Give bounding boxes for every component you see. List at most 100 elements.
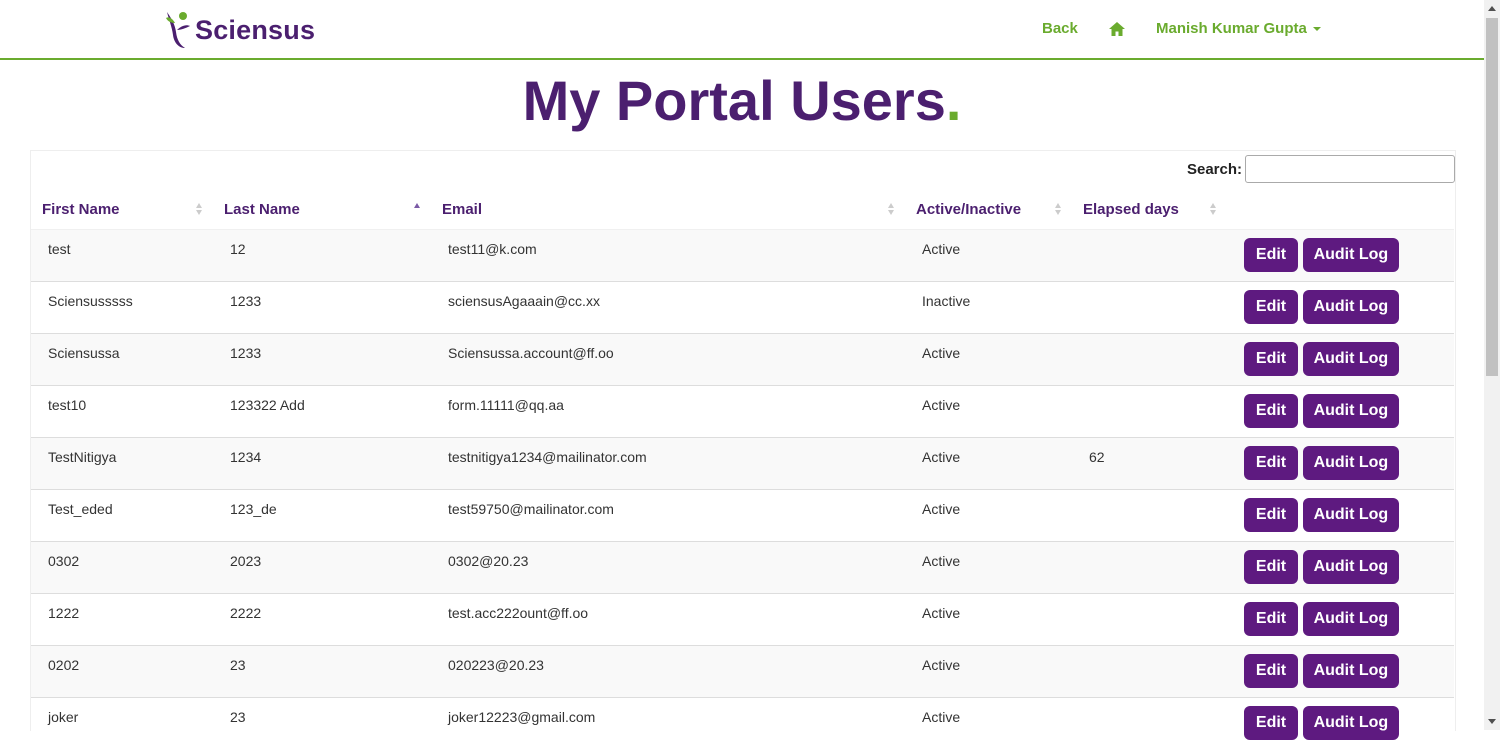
cell-elapsed-days xyxy=(1072,593,1227,646)
cell-actions: Edit Audit Log xyxy=(1227,333,1454,386)
user-menu-dropdown[interactable]: Manish Kumar Gupta xyxy=(1156,20,1321,37)
cell-status: Inactive xyxy=(905,281,1072,334)
cell-actions: Edit Audit Log xyxy=(1227,229,1454,282)
cell-actions: Edit Audit Log xyxy=(1227,541,1454,594)
cell-elapsed-days xyxy=(1072,697,1227,750)
column-header-last-name[interactable]: Last Name xyxy=(213,189,431,230)
cell-first-name: Sciensussa xyxy=(31,333,213,386)
scroll-down-arrow-icon[interactable] xyxy=(1488,719,1496,724)
table-row: test 12 test11@k.com Active Edit Audit L… xyxy=(31,229,1454,282)
home-icon[interactable] xyxy=(1109,22,1125,41)
page-title-dot: . xyxy=(945,69,962,132)
cell-last-name: 1234 xyxy=(213,437,431,490)
table-header-row: First Name Last Name Email Active/Inacti… xyxy=(31,189,1454,230)
vertical-scrollbar[interactable] xyxy=(1484,0,1500,730)
cell-actions: Edit Audit Log xyxy=(1227,645,1454,698)
table-row: 1222 2222 test.acc222ount@ff.oo Active E… xyxy=(31,593,1454,646)
edit-button[interactable]: Edit xyxy=(1244,238,1298,272)
audit-log-button[interactable]: Audit Log xyxy=(1302,238,1399,272)
cell-elapsed-days xyxy=(1072,333,1227,386)
cell-email: 020223@20.23 xyxy=(431,645,905,698)
audit-log-button[interactable]: Audit Log xyxy=(1302,290,1399,324)
cell-last-name: 1233 xyxy=(213,333,431,386)
audit-log-button[interactable]: Audit Log xyxy=(1302,394,1399,428)
cell-email: joker12223@gmail.com xyxy=(431,697,905,750)
edit-button[interactable]: Edit xyxy=(1244,602,1298,636)
scrollbar-thumb[interactable] xyxy=(1486,18,1498,376)
page-title: My Portal Users. xyxy=(0,68,1484,133)
audit-log-button[interactable]: Audit Log xyxy=(1302,602,1399,636)
cell-elapsed-days xyxy=(1072,385,1227,438)
column-header-elapsed-days[interactable]: Elapsed days xyxy=(1072,189,1227,230)
cell-first-name: joker xyxy=(31,697,213,750)
column-header-first-name[interactable]: First Name xyxy=(31,189,213,230)
sort-icon xyxy=(1210,203,1217,215)
edit-button[interactable]: Edit xyxy=(1244,654,1298,688)
cell-elapsed-days xyxy=(1072,281,1227,334)
cell-first-name: 0202 xyxy=(31,645,213,698)
cell-email: testnitigya1234@mailinator.com xyxy=(431,437,905,490)
cell-actions: Edit Audit Log xyxy=(1227,281,1454,334)
edit-button[interactable]: Edit xyxy=(1244,550,1298,584)
audit-log-button[interactable]: Audit Log xyxy=(1302,498,1399,532)
table-row: Sciensussa 1233 Sciensussa.account@ff.oo… xyxy=(31,333,1454,386)
table-row: joker 23 joker12223@gmail.com Active Edi… xyxy=(31,697,1454,750)
search-input[interactable] xyxy=(1245,155,1455,183)
cell-email: sciensusAgaaain@cc.xx xyxy=(431,281,905,334)
cell-first-name: 0302 xyxy=(31,541,213,594)
cell-elapsed-days xyxy=(1072,645,1227,698)
audit-log-button[interactable]: Audit Log xyxy=(1302,550,1399,584)
table-row: Test_eded 123_de test59750@mailinator.co… xyxy=(31,489,1454,542)
cell-email: test11@k.com xyxy=(431,229,905,282)
cell-last-name: 123_de xyxy=(213,489,431,542)
back-link[interactable]: Back xyxy=(1042,20,1078,37)
sciensus-logo-icon xyxy=(166,12,190,48)
search-box: Search: xyxy=(1187,155,1455,183)
table-row: test10 123322 Add form.11111@qq.aa Activ… xyxy=(31,385,1454,438)
page-title-text: My Portal Users xyxy=(522,69,946,132)
table-row: TestNitigya 1234 testnitigya1234@mailina… xyxy=(31,437,1454,490)
audit-log-button[interactable]: Audit Log xyxy=(1302,706,1399,740)
edit-button[interactable]: Edit xyxy=(1244,498,1298,532)
search-label: Search: xyxy=(1186,160,1242,178)
cell-email: form.11111@qq.aa xyxy=(431,385,905,438)
cell-status: Active xyxy=(905,541,1072,594)
edit-button[interactable]: Edit xyxy=(1244,290,1298,324)
audit-log-button[interactable]: Audit Log xyxy=(1302,342,1399,376)
users-table-panel: Search: First Name Last Name Email Activ… xyxy=(30,150,1456,750)
cell-actions: Edit Audit Log xyxy=(1227,697,1454,750)
cell-first-name: Test_eded xyxy=(31,489,213,542)
cell-first-name: 1222 xyxy=(31,593,213,646)
edit-button[interactable]: Edit xyxy=(1244,394,1298,428)
cell-status: Active xyxy=(905,645,1072,698)
cell-last-name: 23 xyxy=(213,645,431,698)
sort-icon xyxy=(196,203,203,215)
cell-first-name: test xyxy=(31,229,213,282)
edit-button[interactable]: Edit xyxy=(1244,706,1298,740)
users-table: First Name Last Name Email Active/Inacti… xyxy=(31,189,1454,750)
sort-icon xyxy=(1055,203,1062,215)
audit-log-button[interactable]: Audit Log xyxy=(1302,654,1399,688)
cell-first-name: test10 xyxy=(31,385,213,438)
cell-status: Active xyxy=(905,333,1072,386)
sciensus-logo[interactable]: Sciensus xyxy=(163,10,315,50)
cell-email: Sciensussa.account@ff.oo xyxy=(431,333,905,386)
column-header-status[interactable]: Active/Inactive xyxy=(905,189,1072,230)
cell-status: Active xyxy=(905,489,1072,542)
cell-status: Active xyxy=(905,437,1072,490)
edit-button[interactable]: Edit xyxy=(1244,342,1298,376)
cell-elapsed-days xyxy=(1072,489,1227,542)
sort-icon xyxy=(888,203,895,215)
cell-status: Active xyxy=(905,229,1072,282)
audit-log-button[interactable]: Audit Log xyxy=(1302,446,1399,480)
scroll-up-arrow-icon[interactable] xyxy=(1488,6,1496,11)
column-header-email[interactable]: Email xyxy=(431,189,905,230)
cell-actions: Edit Audit Log xyxy=(1227,437,1454,490)
table-row: 0302 2023 0302@20.23 Active Edit Audit L… xyxy=(31,541,1454,594)
cell-email: 0302@20.23 xyxy=(431,541,905,594)
cell-last-name: 12 xyxy=(213,229,431,282)
cell-email: test59750@mailinator.com xyxy=(431,489,905,542)
cell-last-name: 2023 xyxy=(213,541,431,594)
edit-button[interactable]: Edit xyxy=(1244,446,1298,480)
cell-email: test.acc222ount@ff.oo xyxy=(431,593,905,646)
